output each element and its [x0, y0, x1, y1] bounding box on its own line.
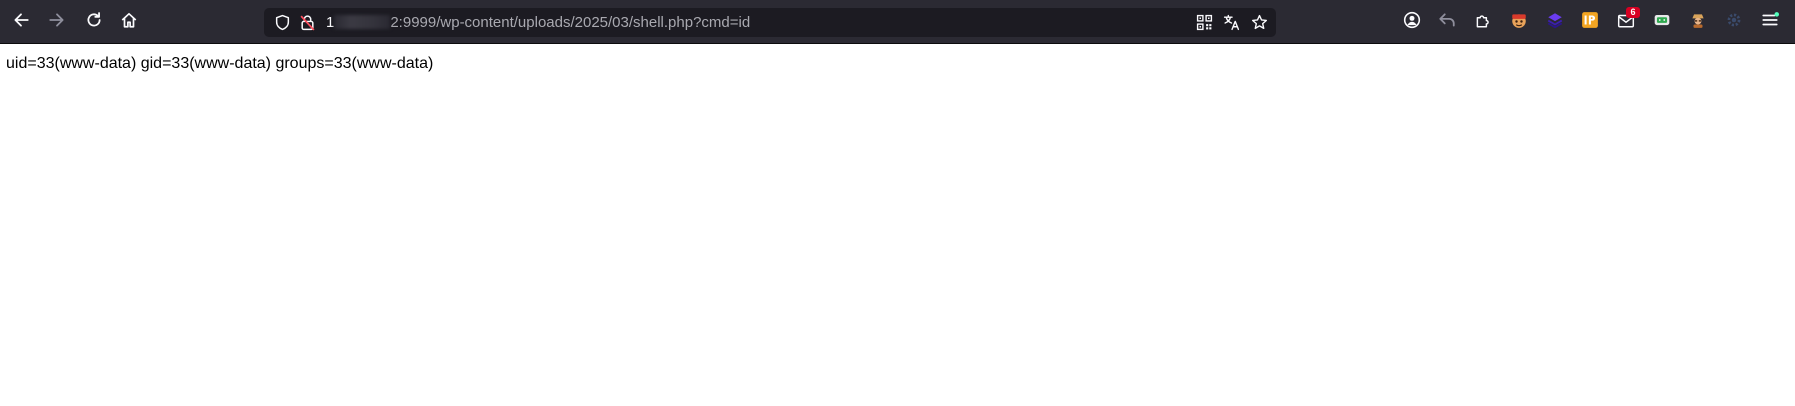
- forward-button[interactable]: [43, 8, 71, 36]
- undo-button[interactable]: [1435, 10, 1459, 34]
- home-button[interactable]: [115, 8, 143, 36]
- bookmark-star-icon[interactable]: [1250, 13, 1269, 32]
- account-button[interactable]: [1400, 10, 1424, 34]
- app-menu-button[interactable]: [1758, 10, 1782, 34]
- tracking-protection-shield-icon[interactable]: [273, 13, 292, 32]
- insecure-lock-icon[interactable]: [298, 13, 317, 32]
- extensions-button[interactable]: [1471, 10, 1495, 34]
- home-icon: [120, 11, 138, 34]
- command-output: uid=33(www-data) gid=33(www-data) groups…: [6, 55, 434, 72]
- url-text[interactable]: 1 2:9999/wp-content/uploads/2025/03/shell…: [326, 14, 750, 31]
- browser-toolbar: 1 2:9999/wp-content/uploads/2025/03/shell…: [0, 0, 1795, 44]
- notification-badge: 6: [1626, 7, 1640, 18]
- reload-button[interactable]: [80, 8, 108, 36]
- url-bar[interactable]: 1 2:9999/wp-content/uploads/2025/03/shell…: [264, 8, 1276, 37]
- reload-icon: [85, 11, 103, 34]
- mail-extension-button[interactable]: 6: [1614, 7, 1640, 34]
- url-host: 1: [326, 14, 335, 31]
- account-icon: [1403, 11, 1421, 34]
- hacker-mask-extension-button[interactable]: [1507, 10, 1531, 34]
- chat-extension-icon: [1653, 11, 1671, 34]
- gear-extension-button[interactable]: [1722, 10, 1746, 34]
- spy-extension-button[interactable]: [1686, 10, 1710, 34]
- chat-extension-button[interactable]: [1650, 10, 1674, 34]
- url-path: 2:9999/wp-content/uploads/2025/03/shell.…: [390, 14, 751, 31]
- hacker-mask-extension-icon: [1510, 11, 1528, 34]
- stack-extension-icon: [1546, 11, 1564, 34]
- ip-extension-icon: [1581, 11, 1599, 34]
- back-arrow-icon: [12, 11, 30, 34]
- app-menu-icon: [1761, 11, 1779, 34]
- gear-extension-icon: [1725, 11, 1743, 34]
- qr-code-icon[interactable]: [1195, 13, 1214, 32]
- extensions-puzzle-icon: [1474, 11, 1492, 34]
- stack-extension-button[interactable]: [1543, 10, 1567, 34]
- spy-extension-icon: [1689, 11, 1707, 34]
- translate-icon[interactable]: [1222, 13, 1241, 32]
- ip-extension-button[interactable]: [1578, 10, 1602, 34]
- redacted-host-segment: [334, 15, 391, 29]
- forward-arrow-icon: [48, 11, 66, 34]
- undo-arrow-icon: [1438, 11, 1456, 34]
- back-button[interactable]: [7, 8, 35, 36]
